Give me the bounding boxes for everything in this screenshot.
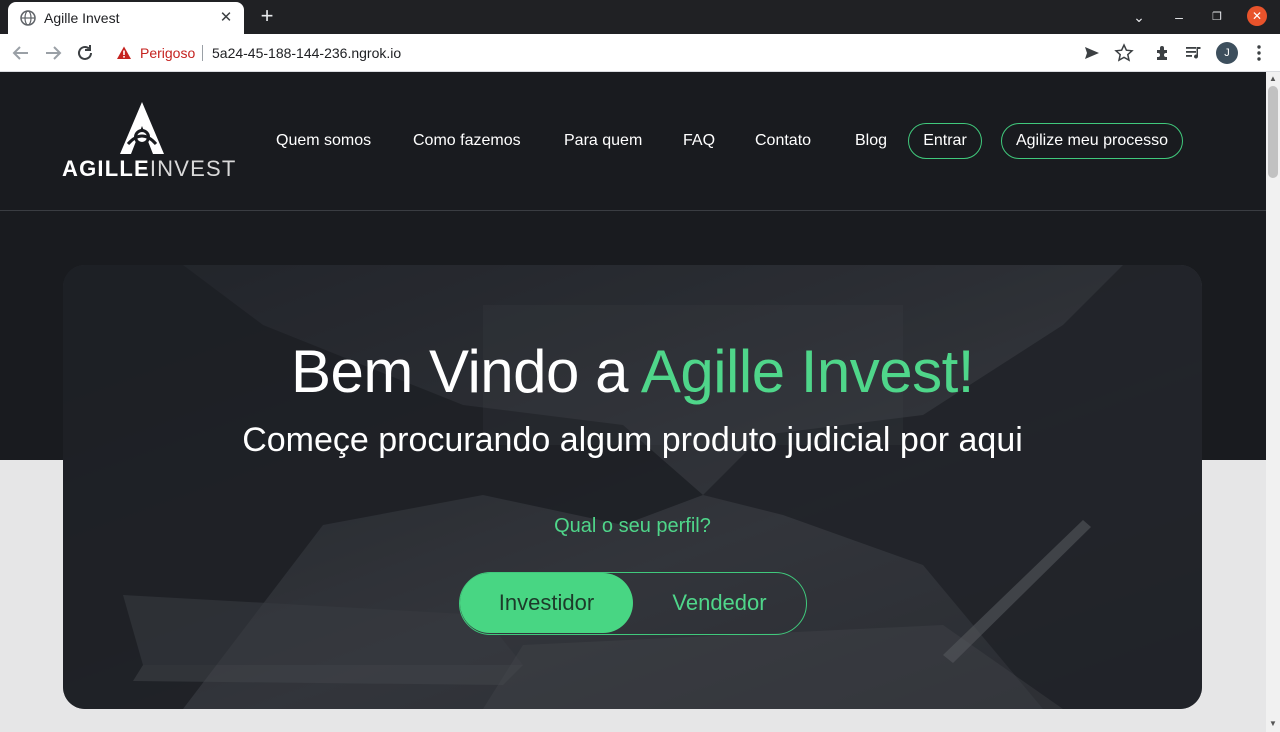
site-header: AGILLEINVEST Quem somos Como fazemos Par… [0,72,1266,211]
page-viewport: AGILLEINVEST Quem somos Como fazemos Par… [0,72,1266,732]
hero-subtitle: Começe procurando algum produto judicial… [242,421,1023,459]
logo-wordmark: AGILLEINVEST [62,156,237,182]
profile-avatar[interactable]: J [1216,42,1238,64]
address-bar[interactable]: Perigoso 5a24-45-188-144-236.ngrok.io [106,38,1138,68]
nav-para-quem[interactable]: Para quem [564,132,642,150]
menu-icon[interactable] [1249,43,1269,63]
close-window-button[interactable]: ✕ [1247,6,1267,26]
warning-icon [117,46,131,59]
nav-blog[interactable]: Blog [855,132,887,150]
vendedor-option[interactable]: Vendedor [633,573,806,633]
tab-search-icon[interactable]: ⌄ [1128,6,1150,28]
logo-text-bold: AGILLE [62,156,150,181]
send-icon[interactable] [1082,43,1102,63]
nav-contato[interactable]: Contato [755,132,811,150]
page-scrollbar[interactable]: ▲ ▼ [1266,72,1280,732]
browser-tabstrip: Agille Invest ✕ + ⌄ – ❐ ✕ [0,0,1280,34]
profile-toggle: Investidor Vendedor [459,572,807,635]
logo-text-light: INVEST [149,156,237,181]
scrollbar-thumb[interactable] [1268,86,1278,178]
logo-mark-icon [120,102,164,154]
browser-tab[interactable]: Agille Invest ✕ [8,2,244,34]
forward-icon[interactable] [41,41,65,65]
reload-icon[interactable] [73,41,97,65]
omnibox-divider [202,45,203,61]
star-icon[interactable] [1114,43,1134,63]
restore-button[interactable]: ❐ [1206,6,1228,28]
profile-question: Qual o seu perfil? [554,515,711,537]
scroll-down-icon[interactable]: ▼ [1269,720,1277,728]
back-icon[interactable] [9,41,33,65]
nav-faq[interactable]: FAQ [683,132,715,150]
browser-toolbar: Perigoso 5a24-45-188-144-236.ngrok.io J [0,34,1280,72]
scroll-up-icon[interactable]: ▲ [1269,75,1277,83]
new-tab-button[interactable]: + [256,5,278,27]
nav-como-fazemos[interactable]: Como fazemos [413,132,521,150]
hero-banner: Bem Vindo a Agille Invest! Começe procur… [63,265,1202,709]
nav-quem-somos[interactable]: Quem somos [276,132,371,150]
cta-button[interactable]: Agilize meu processo [1001,123,1183,159]
site-logo[interactable]: AGILLEINVEST [62,100,235,181]
minimize-button[interactable]: – [1168,6,1190,28]
hero-title-prefix: Bem Vindo a [291,338,641,405]
login-button[interactable]: Entrar [908,123,982,159]
hero-title-accent: Agille Invest! [640,338,975,405]
url-text[interactable]: 5a24-45-188-144-236.ngrok.io [212,45,401,61]
tab-title: Agille Invest [44,10,120,26]
tab-close-icon[interactable]: ✕ [216,8,236,28]
extensions-icon[interactable] [1153,43,1173,63]
security-status[interactable]: Perigoso [140,45,195,61]
hero-overlay [63,265,1202,709]
globe-icon [20,10,36,26]
investidor-option[interactable]: Investidor [460,573,633,633]
media-icon[interactable] [1184,43,1204,63]
hero-title: Bem Vindo a Agille Invest! [63,337,1202,406]
